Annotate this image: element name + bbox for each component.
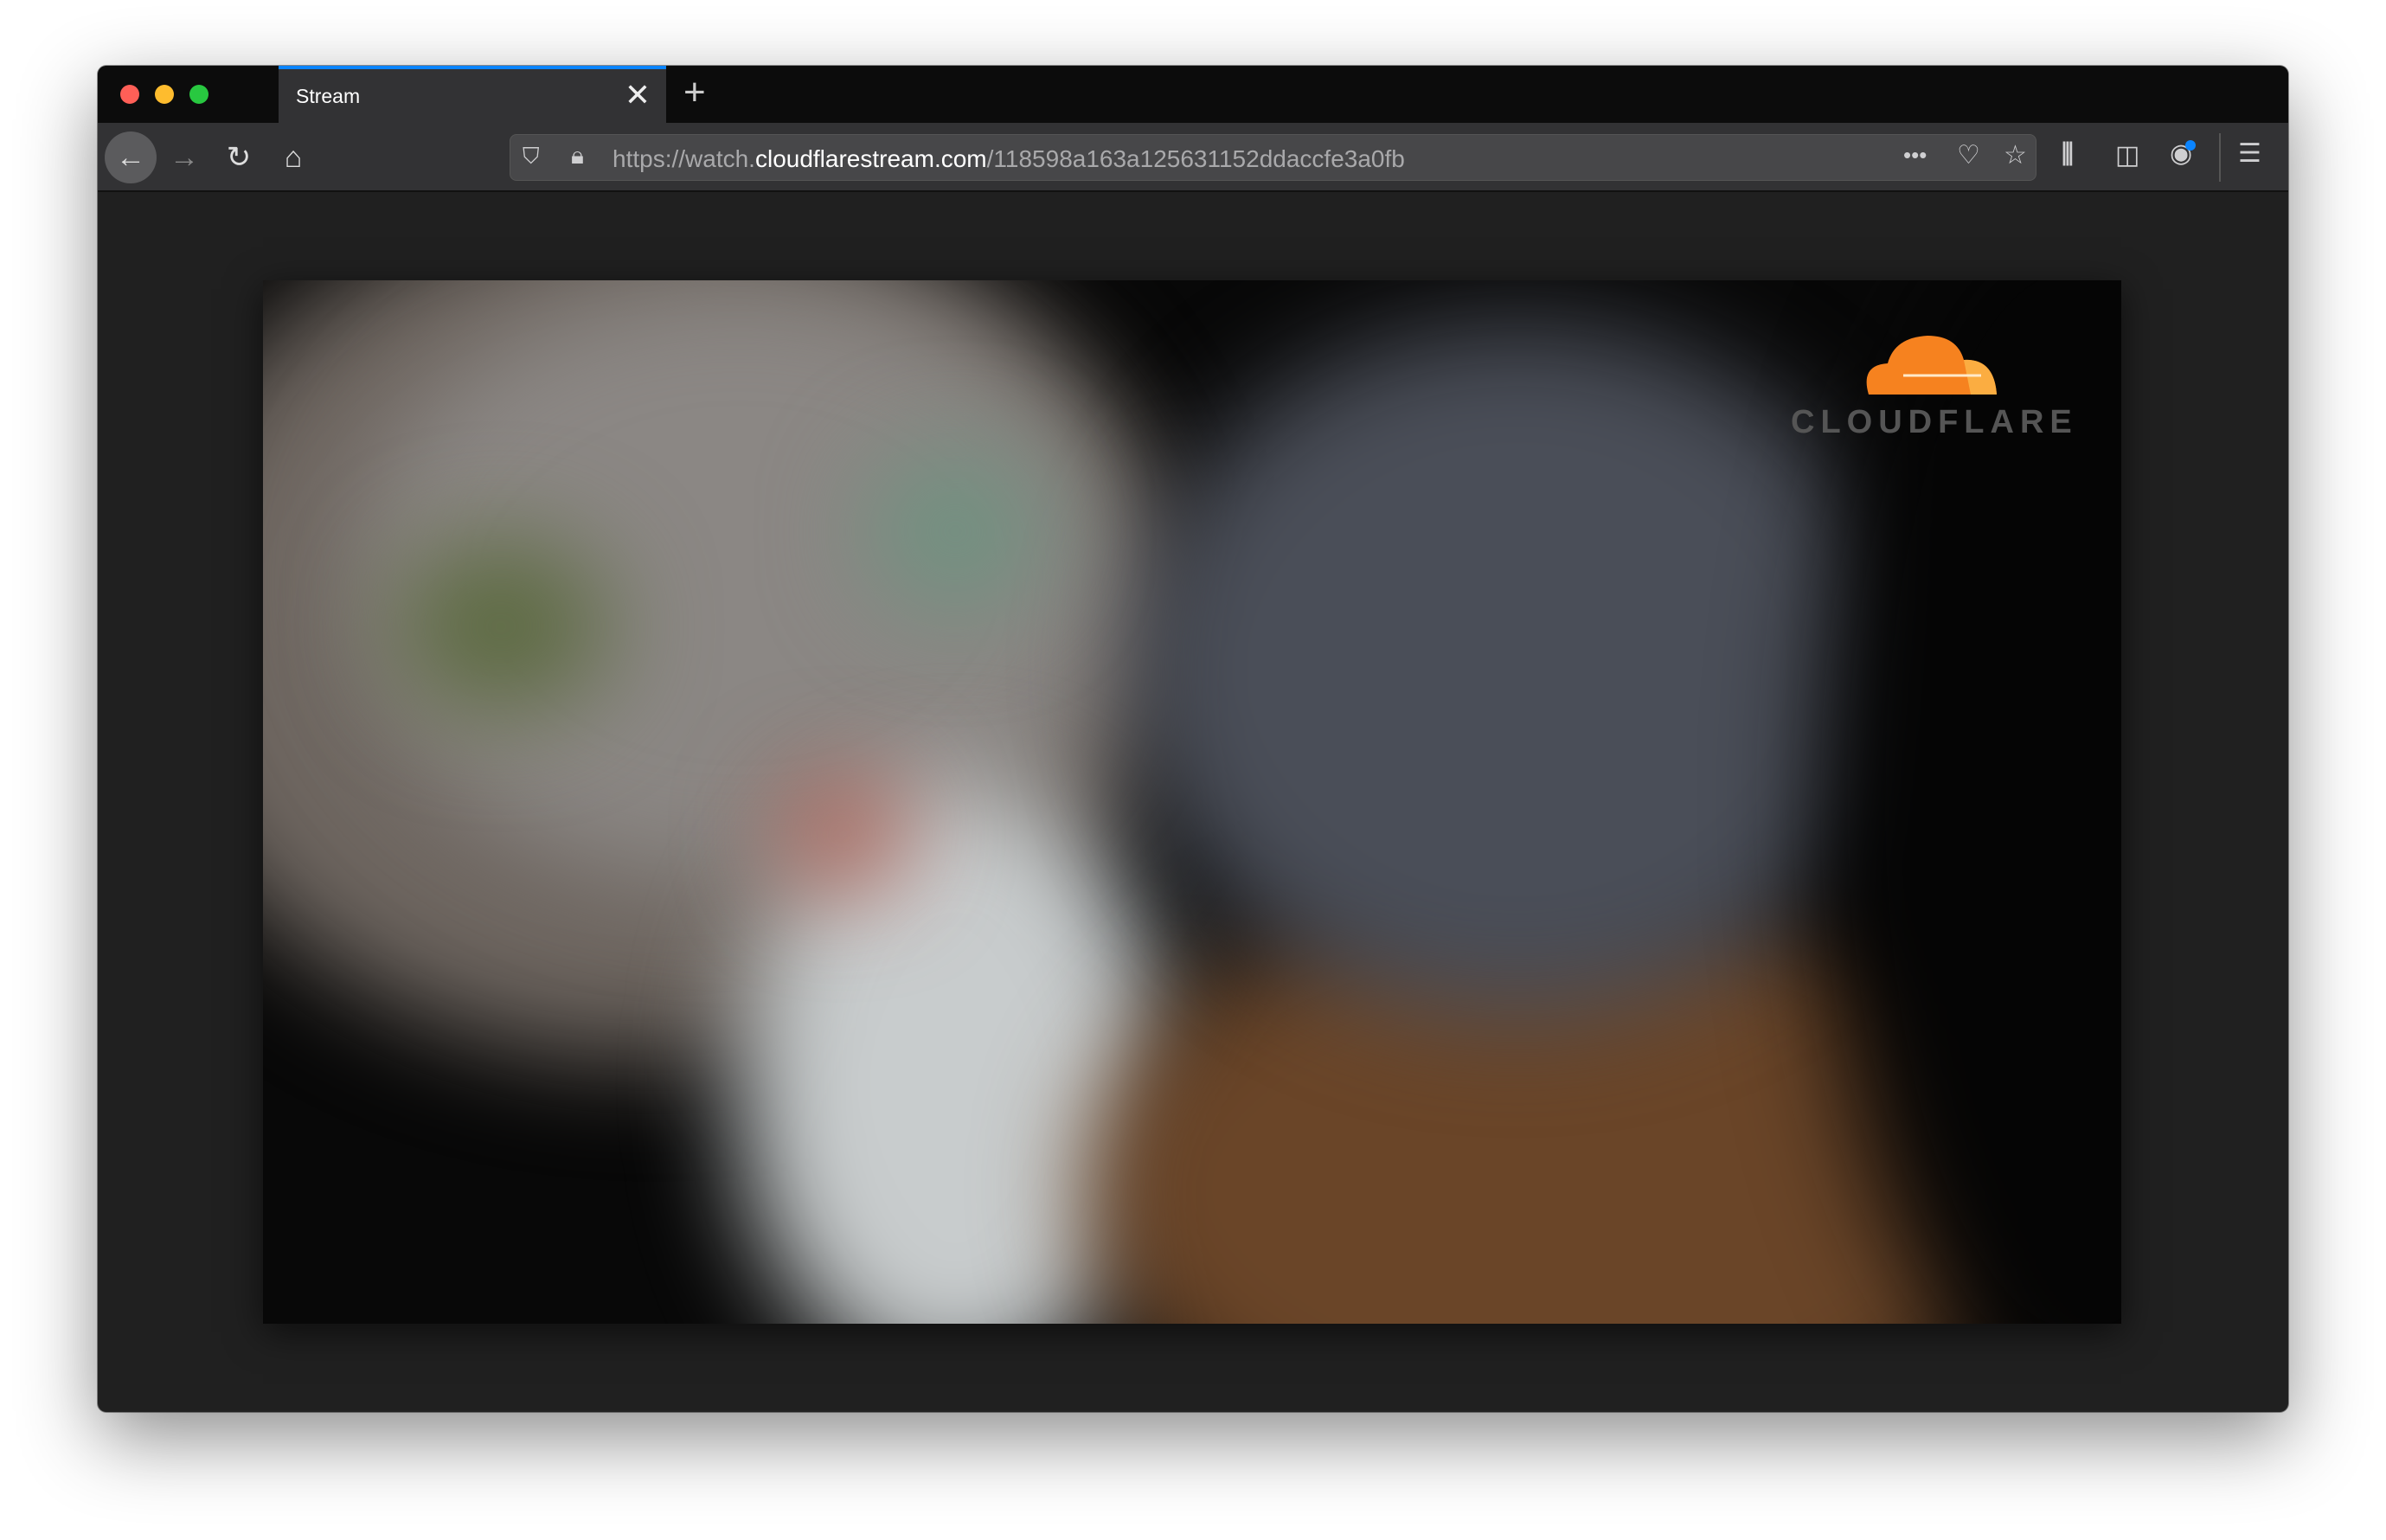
lock-icon[interactable]: 🔒︎ — [571, 142, 584, 170]
back-button[interactable]: ← — [105, 132, 157, 183]
cloud-icon — [1866, 336, 1997, 395]
shield-icon[interactable]: ⛉ — [523, 143, 540, 170]
pocket-icon[interactable]: ♡ — [1957, 140, 1980, 170]
reload-button[interactable]: ↻ — [213, 132, 265, 183]
sidebar-icon[interactable]: ◫ — [2115, 140, 2139, 170]
url-text[interactable]: https://watch.cloudflarestream.com/11859… — [613, 145, 1405, 173]
navigation-toolbar: ← → ↻ ⌂ ⛉ 🔒︎ https://watch.cloudflarestr… — [98, 123, 2288, 192]
cloudflare-logo: CLOUDFLARE — [1791, 330, 2078, 441]
window-controls — [120, 85, 208, 104]
forward-button[interactable]: → — [158, 132, 210, 183]
url-bar[interactable]: ⛉ 🔒︎ https://watch.cloudflarestream.com/… — [510, 134, 2036, 181]
minimize-window-button[interactable] — [155, 85, 174, 104]
close-window-button[interactable] — [120, 85, 139, 104]
bookmark-star-icon[interactable]: ☆ — [2004, 140, 2027, 170]
new-tab-button[interactable]: + — [683, 71, 706, 114]
tab-stream[interactable]: Stream ✕ — [279, 66, 666, 123]
maximize-window-button[interactable] — [189, 85, 208, 104]
video-player[interactable]: CLOUDFLARE — [263, 280, 2121, 1324]
tab-bar: Stream ✕ + — [98, 66, 2288, 123]
logo-wordmark: CLOUDFLARE — [1791, 404, 2078, 440]
home-button[interactable]: ⌂ — [267, 132, 319, 183]
browser-window: Stream ✕ + ← → ↻ ⌂ ⛉ 🔒︎ https://watch.cl… — [98, 66, 2288, 1412]
library-icon[interactable]: ⫼ — [2062, 140, 2074, 170]
toolbar-divider — [2219, 133, 2221, 182]
more-actions-icon[interactable]: ••• — [1903, 142, 1927, 169]
menu-icon[interactable]: ☰ — [2238, 138, 2261, 169]
tab-title: Stream — [296, 85, 361, 107]
account-icon[interactable]: ◉ — [2170, 138, 2197, 169]
close-tab-icon[interactable]: ✕ — [625, 78, 651, 112]
